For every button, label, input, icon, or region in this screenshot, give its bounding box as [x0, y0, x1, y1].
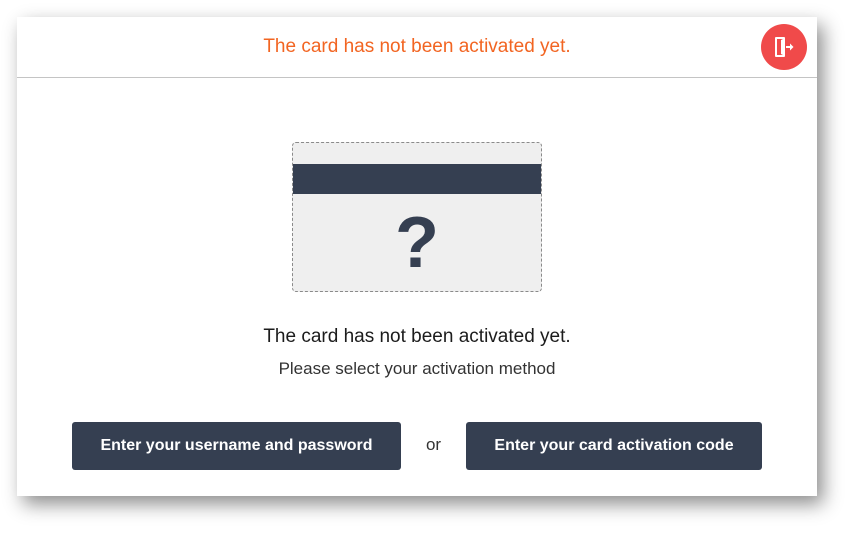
header-title: The card has not been activated yet.: [263, 36, 571, 57]
status-subtitle: Please select your activation method: [278, 359, 556, 378]
dialog-header: The card has not been activated yet.: [17, 17, 817, 78]
activation-code-button[interactable]: Enter your card activation code: [466, 422, 762, 470]
activation-dialog: The card has not been activated yet. ? T…: [17, 17, 817, 496]
unknown-card-icon: ?: [292, 142, 542, 292]
status-title: The card has not been activated yet.: [263, 326, 571, 347]
exit-door-icon: [775, 37, 794, 57]
card-question-mark: ?: [395, 203, 439, 283]
card-magnetic-stripe: [293, 164, 541, 194]
username-password-button[interactable]: Enter your username and password: [72, 422, 401, 470]
exit-button[interactable]: [761, 24, 807, 70]
or-separator: or: [425, 435, 442, 454]
